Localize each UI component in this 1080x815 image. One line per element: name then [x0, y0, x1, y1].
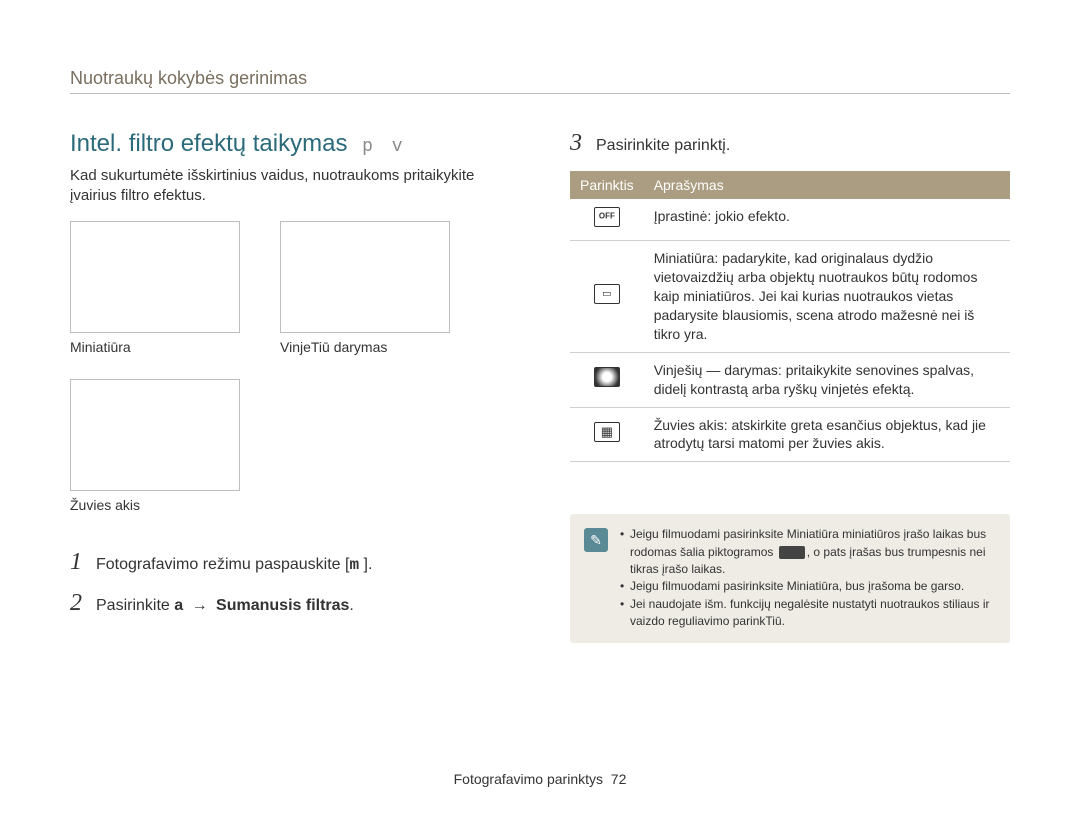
intro-text: Kad sukurtumėte išskirtinius vaidus, nuo…: [70, 166, 510, 207]
arrow-icon: →: [187, 597, 212, 614]
left-column: Intel. ﬁltro efektų taikymas p v Kad suk…: [70, 130, 510, 643]
footer-label: Fotografavimo parinktys: [454, 771, 603, 787]
thumb-image-placeholder: [280, 221, 450, 333]
step-text: Pasirinkite parinktį.: [596, 135, 730, 157]
table-row: Vinješių — darymas: pritaikykite senovin…: [570, 352, 1010, 407]
miniature-icon: [594, 284, 620, 304]
note-item: Jeigu ﬁlmuodami pasirinksite Miniatiūra,…: [620, 578, 996, 595]
option-desc: Vinješių — darymas: pritaikykite senovin…: [644, 352, 1010, 407]
section-title: Intel. ﬁltro efektų taikymas p v: [70, 130, 510, 158]
thumb-image-placeholder: [70, 221, 240, 333]
step-2: 2 Pasirinkite a → Sumanusis ﬁltras.: [70, 590, 510, 617]
th-description: Aprašymas: [644, 171, 1010, 199]
record-chip-icon: [779, 546, 805, 559]
breadcrumb: Nuotraukų kokybės gerinimas: [70, 68, 1010, 94]
note-box: ✎ Jeigu ﬁlmuodami pasirinksite Miniatiūr…: [570, 514, 1010, 642]
step-number: 2: [70, 590, 96, 617]
step-text: Fotografavimo režimu paspauskite [m ].: [96, 554, 372, 576]
step-number: 3: [570, 130, 596, 157]
thumb-label: Žuvies akis: [70, 497, 240, 513]
step-3: 3 Pasirinkite parinktį.: [570, 130, 1010, 157]
button-ref-m: m: [349, 556, 359, 574]
steps-list: 1 Fotografavimo režimu paspauskite [m ].…: [70, 549, 510, 618]
step-bold-a: a: [174, 597, 183, 614]
step-suffix: .: [349, 597, 353, 614]
off-icon: [594, 207, 620, 227]
thumb-label: VinjeTiū darymas: [280, 339, 450, 355]
table-row: Žuvies akis: atskirkite greta esančius o…: [570, 407, 1010, 462]
option-desc: Miniatiūra: padarykite, kad originalaus …: [644, 241, 1010, 352]
option-desc: Įprastinė: jokio efekto.: [644, 199, 1010, 240]
note-list: Jeigu ﬁlmuodami pasirinksite Miniatiūra …: [620, 526, 996, 630]
note-item: Jeigu ﬁlmuodami pasirinksite Miniatiūra …: [620, 526, 996, 578]
step-suffix: ].: [359, 556, 372, 573]
fisheye-icon: [594, 422, 620, 442]
thumbnail-grid: Miniatiūra VinjeTiū darymas Žuvies akis: [70, 221, 510, 513]
thumb-fisheye: Žuvies akis: [70, 379, 240, 513]
note-icon: ✎: [584, 528, 608, 552]
thumb-vignette: VinjeTiū darymas: [280, 221, 450, 355]
section-title-main: Intel. ﬁltro efektų taikymas: [70, 130, 347, 157]
thumb-miniature: Miniatiūra: [70, 221, 240, 355]
options-table: Parinktis Aprašymas Įprastinė: jokio efe…: [570, 171, 1010, 462]
step-prefix: Pasirinkite: [96, 597, 174, 614]
vignette-icon: [594, 367, 620, 387]
option-desc: Žuvies akis: atskirkite greta esančius o…: [644, 407, 1010, 462]
section-title-modes: p v: [362, 137, 406, 157]
note-item: Jei naudojate išm. funkcijų negalėsite n…: [620, 596, 996, 631]
thumb-label: Miniatiūra: [70, 339, 240, 355]
step-1: 1 Fotografavimo režimu paspauskite [m ].: [70, 549, 510, 576]
table-row: Įprastinė: jokio efekto.: [570, 199, 1010, 240]
step-bold-filter: Sumanusis ﬁltras: [216, 597, 349, 614]
th-option: Parinktis: [570, 171, 644, 199]
step-number: 1: [70, 549, 96, 576]
thumb-image-placeholder: [70, 379, 240, 491]
footer-page-number: 72: [611, 771, 627, 787]
step-text: Pasirinkite a → Sumanusis ﬁltras.: [96, 595, 354, 617]
table-row: Miniatiūra: padarykite, kad originalaus …: [570, 241, 1010, 352]
step-prefix: Fotografavimo režimu paspauskite [: [96, 556, 349, 573]
page-footer: Fotografavimo parinktys 72: [0, 771, 1080, 787]
right-column: 3 Pasirinkite parinktį. Parinktis Aprašy…: [570, 130, 1010, 643]
